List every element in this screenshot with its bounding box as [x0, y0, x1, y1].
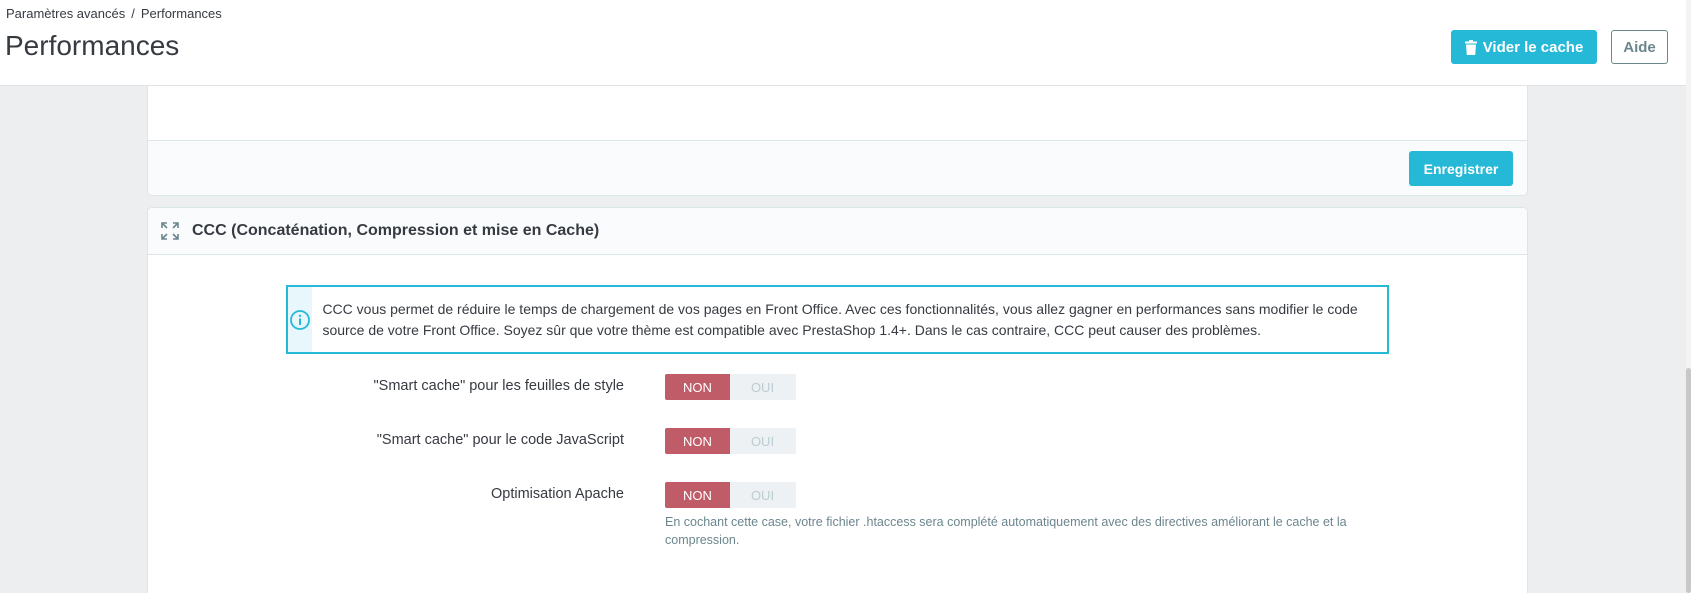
- page-scrollbar[interactable]: [1686, 0, 1691, 593]
- apache-help-text: En cochant cette case, votre fichier .ht…: [665, 515, 1347, 547]
- scrollbar-thumb[interactable]: [1686, 368, 1691, 593]
- trash-icon: [1464, 39, 1477, 55]
- performance-settings-panel: Enregistrer: [147, 70, 1528, 196]
- option-label-js-smart-cache: "Smart cache" pour le code JavaScript: [376, 432, 624, 448]
- apache-optimisation-switch[interactable]: NON OUI: [665, 482, 796, 508]
- ccc-panel: CCC (Concaténation, Compression et mise …: [147, 207, 1528, 593]
- option-label-apache-optimisation: Optimisation Apache: [491, 486, 624, 502]
- apache-optimisation-non[interactable]: NON: [665, 482, 730, 508]
- js-smart-cache-oui[interactable]: OUI: [730, 428, 795, 454]
- clear-cache-button[interactable]: Vider le cache: [1451, 30, 1597, 64]
- page-header: Paramètres avancés / Performances Performa…: [0, 0, 1686, 86]
- page-title: Performances: [5, 30, 180, 61]
- alert-text: CCC vous permet de réduire le temps de c…: [322, 301, 1358, 338]
- option-row-js-smart-cache: "Smart cache" pour le code JavaScript NO…: [148, 428, 1527, 454]
- js-smart-cache-switch[interactable]: NON OUI: [665, 428, 796, 454]
- css-smart-cache-oui[interactable]: OUI: [730, 374, 795, 400]
- option-row-apache-optimisation: Optimisation Apache NON OUI: [148, 482, 1527, 508]
- expand-icon[interactable]: [160, 221, 180, 241]
- option-label-css-smart-cache: "Smart cache" pour les feuilles de style: [373, 378, 624, 394]
- js-smart-cache-non[interactable]: NON: [665, 428, 730, 454]
- help-button[interactable]: Aide: [1611, 30, 1668, 64]
- ccc-panel-header: CCC (Concaténation, Compression et mise …: [148, 208, 1527, 255]
- save-button[interactable]: Enregistrer: [1409, 151, 1513, 186]
- clear-cache-label: Vider le cache: [1482, 38, 1584, 56]
- panel-footer: Enregistrer: [148, 140, 1527, 195]
- info-alert: CCC vous permet de réduire le temps de c…: [286, 285, 1389, 354]
- info-circle-icon: [290, 309, 311, 330]
- css-smart-cache-non[interactable]: NON: [665, 374, 730, 400]
- ccc-panel-title: CCC (Concaténation, Compression et mise …: [192, 222, 600, 239]
- option-row-css-smart-cache: "Smart cache" pour les feuilles de style…: [148, 374, 1527, 400]
- breadcrumb: Paramètres avancés / Performances: [6, 6, 222, 21]
- breadcrumb-separator: /: [131, 6, 135, 21]
- apache-optimisation-oui[interactable]: OUI: [730, 482, 795, 508]
- breadcrumb-item-performances[interactable]: Performances: [141, 6, 222, 21]
- breadcrumb-item-advanced-params[interactable]: Paramètres avancés: [6, 6, 125, 21]
- alert-icon-area: [288, 287, 313, 352]
- css-smart-cache-switch[interactable]: NON OUI: [665, 374, 796, 400]
